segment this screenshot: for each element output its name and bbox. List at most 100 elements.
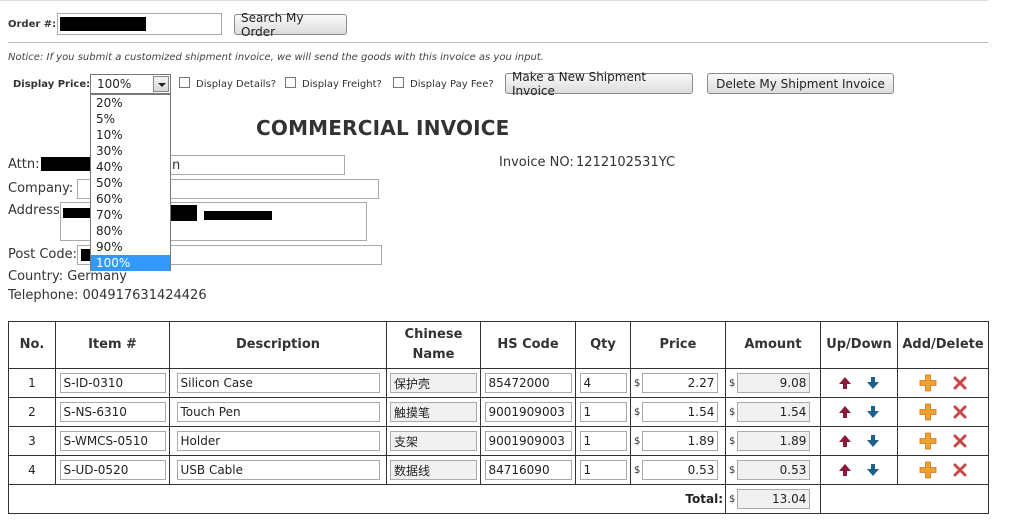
table-header-row: No. Item # Description Chinese Name HS C… bbox=[8, 321, 989, 369]
total-row: Total: $ 13.04 bbox=[8, 484, 989, 514]
search-order-button[interactable]: Search My Order bbox=[234, 11, 347, 39]
display-price-label: Display Price: bbox=[13, 79, 91, 90]
invoice-no: 1212102531YC bbox=[576, 155, 676, 170]
up-arrow-icon[interactable] bbox=[838, 434, 852, 448]
amount-field: 0.53 bbox=[737, 460, 811, 480]
order-label: Order #: bbox=[8, 19, 57, 30]
price-option-selected[interactable]: 100% bbox=[91, 255, 170, 271]
price-option[interactable]: 70% bbox=[91, 207, 170, 223]
down-arrow-icon[interactable] bbox=[866, 376, 880, 390]
price-input[interactable]: 0.53 bbox=[642, 460, 719, 480]
price-option[interactable]: 10% bbox=[91, 127, 170, 143]
chinese-name-input[interactable]: 支架 bbox=[390, 431, 477, 451]
col-header-qty: Qty bbox=[575, 321, 631, 369]
currency-symbol: $ bbox=[729, 377, 736, 389]
down-arrow-icon[interactable] bbox=[866, 405, 880, 419]
divider bbox=[8, 42, 988, 43]
display-details-label: Display Details? bbox=[196, 79, 277, 90]
currency-symbol: $ bbox=[729, 406, 736, 418]
add-icon[interactable] bbox=[919, 403, 937, 421]
notice-text: Notice: If you submit a customized shipm… bbox=[8, 52, 544, 63]
display-price-select[interactable]: 100% bbox=[90, 74, 171, 94]
currency-symbol: $ bbox=[729, 493, 736, 505]
currency-symbol: $ bbox=[634, 406, 641, 418]
currency-symbol: $ bbox=[729, 435, 736, 447]
order-number-input[interactable] bbox=[57, 13, 222, 35]
add-icon[interactable] bbox=[919, 374, 937, 392]
display-price-dropdown[interactable]: 20% 5% 10% 30% 40% 50% 60% 70% 80% 90% 1… bbox=[90, 94, 171, 271]
total-cell: $ 13.04 bbox=[725, 484, 821, 514]
price-option[interactable]: 50% bbox=[91, 175, 170, 191]
qty-input[interactable]: 1 bbox=[579, 460, 627, 480]
col-header-up-down: Up/Down bbox=[820, 321, 898, 369]
qty-input[interactable]: 4 bbox=[579, 373, 627, 393]
add-icon[interactable] bbox=[919, 461, 937, 479]
up-arrow-icon[interactable] bbox=[838, 405, 852, 419]
price-option[interactable]: 20% bbox=[91, 95, 170, 111]
qty-input[interactable]: 1 bbox=[579, 431, 627, 451]
description-input[interactable]: Silicon Case bbox=[176, 373, 380, 393]
description-input[interactable]: Holder bbox=[176, 431, 380, 451]
table-row: 4 S-UD-0520 USB Cable 数据线 84716090 1 $0.53 $0.5… bbox=[8, 455, 989, 485]
total-empty-cell bbox=[820, 484, 989, 514]
price-input[interactable]: 1.89 bbox=[642, 431, 719, 451]
qty-input[interactable]: 1 bbox=[579, 402, 627, 422]
item-number-input[interactable]: S-NS-6310 bbox=[59, 402, 166, 422]
description-input[interactable]: Touch Pen bbox=[176, 402, 380, 422]
item-number-input[interactable]: S-WMCS-0510 bbox=[59, 431, 166, 451]
chinese-name-input[interactable]: 数据线 bbox=[390, 460, 477, 480]
hs-code-input[interactable]: 9001909003 bbox=[484, 402, 572, 422]
price-option[interactable]: 5% bbox=[91, 111, 170, 127]
table-row: 1 S-ID-0310 Silicon Case 保护壳 85472000 4 $2.27 $… bbox=[8, 368, 989, 398]
redacted-address bbox=[204, 211, 272, 220]
chinese-name-input[interactable]: 触摸笔 bbox=[390, 402, 477, 422]
display-pay-fee-checkbox[interactable] bbox=[393, 77, 404, 88]
currency-symbol: $ bbox=[729, 464, 736, 476]
price-option[interactable]: 60% bbox=[91, 191, 170, 207]
up-arrow-icon[interactable] bbox=[838, 463, 852, 477]
new-shipment-invoice-button[interactable]: Make a New Shipment Invoice bbox=[505, 70, 693, 98]
hs-code-input[interactable]: 9001909003 bbox=[484, 431, 572, 451]
col-header-amount: Amount bbox=[725, 321, 821, 369]
redacted-address bbox=[171, 205, 197, 221]
currency-symbol: $ bbox=[634, 435, 641, 447]
display-details-checkbox[interactable] bbox=[179, 77, 190, 88]
table-row: 2 S-NS-6310 Touch Pen 触摸笔 9001909003 1 $1.54 $1… bbox=[8, 397, 989, 427]
description-input[interactable]: USB Cable bbox=[176, 460, 380, 480]
col-header-hs-code: HS Code bbox=[480, 321, 576, 369]
item-number-input[interactable]: S-ID-0310 bbox=[59, 373, 166, 393]
hs-code-input[interactable]: 84716090 bbox=[484, 460, 572, 480]
delete-icon[interactable] bbox=[953, 405, 967, 419]
price-option[interactable]: 40% bbox=[91, 159, 170, 175]
hs-code-input[interactable]: 85472000 bbox=[484, 373, 572, 393]
item-number-input[interactable]: S-UD-0520 bbox=[59, 460, 166, 480]
add-icon[interactable] bbox=[919, 432, 937, 450]
currency-symbol: $ bbox=[634, 377, 641, 389]
price-option[interactable]: 90% bbox=[91, 239, 170, 255]
delete-icon[interactable] bbox=[953, 376, 967, 390]
down-arrow-icon[interactable] bbox=[866, 434, 880, 448]
col-header-no: No. bbox=[8, 321, 56, 369]
chevron-down-icon[interactable] bbox=[153, 76, 169, 92]
address-label: Address: bbox=[8, 203, 65, 218]
amount-field: 1.89 bbox=[737, 431, 811, 451]
invoice-title: COMMERCIAL INVOICE bbox=[256, 116, 510, 140]
total-label: Total: bbox=[8, 484, 726, 514]
down-arrow-icon[interactable] bbox=[866, 463, 880, 477]
telephone-text: Telephone: 004917631424426 bbox=[8, 288, 207, 303]
delete-icon[interactable] bbox=[953, 463, 967, 477]
price-input[interactable]: 2.27 bbox=[642, 373, 719, 393]
price-option[interactable]: 30% bbox=[91, 143, 170, 159]
currency-symbol: $ bbox=[634, 464, 641, 476]
row-number: 1 bbox=[8, 368, 56, 398]
delete-shipment-invoice-button[interactable]: Delete My Shipment Invoice bbox=[707, 73, 894, 94]
amount-field: 1.54 bbox=[737, 402, 811, 422]
chinese-name-input[interactable]: 保护壳 bbox=[390, 373, 477, 393]
delete-icon[interactable] bbox=[953, 434, 967, 448]
col-header-chinese-name: Chinese Name bbox=[386, 321, 481, 369]
up-arrow-icon[interactable] bbox=[838, 376, 852, 390]
price-input[interactable]: 1.54 bbox=[642, 402, 719, 422]
attn-label: Attn: bbox=[8, 157, 40, 172]
price-option[interactable]: 80% bbox=[91, 223, 170, 239]
display-freight-checkbox[interactable] bbox=[285, 77, 296, 88]
